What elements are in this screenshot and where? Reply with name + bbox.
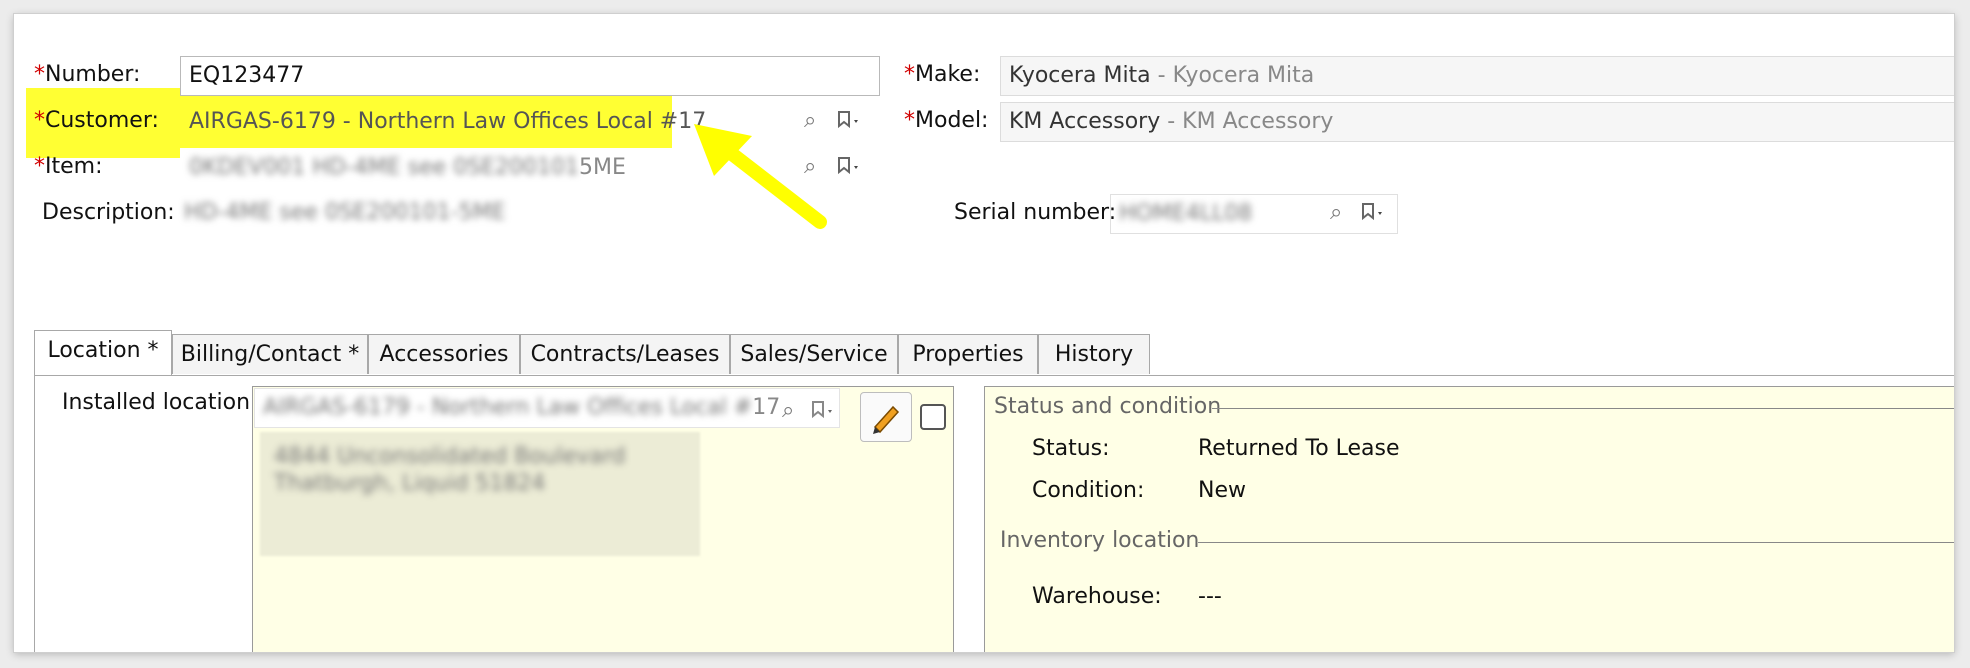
divider [1198,542,1954,543]
edit-location-button[interactable] [860,392,912,442]
bookmark-dropdown-icon[interactable] [836,156,862,178]
warehouse-value: --- [1198,584,1222,609]
tab-history[interactable]: History [1038,334,1150,374]
warehouse-label: Warehouse: [1032,584,1162,609]
installed-address: 4844 Unconsolidated Boulevard Thatburgh,… [260,432,700,556]
status-value: Returned To Lease [1198,436,1400,461]
inventory-location-title: Inventory location [1000,528,1200,553]
bookmark-dropdown-icon[interactable] [836,110,862,132]
equipment-window: *Number: EQ123477 *Customer: AIRGAS-6179… [14,14,1954,652]
tab-contracts-leases[interactable]: Contracts/Leases [520,334,730,374]
serial-number-field[interactable]: HOME4LL08 [1110,194,1398,234]
description-value: HD-4ME see 0SE200101-5ME [184,200,506,225]
status-panel [984,386,1954,652]
customer-label: *Customer: [34,108,159,133]
location-checkbox[interactable] [920,404,946,430]
make-field[interactable]: Kyocera Mita - Kyocera Mita [1000,56,1954,96]
item-desc-tail: 5ME [578,155,626,180]
description-label: Description: [42,200,175,225]
model-field[interactable]: KM Accessory - KM Accessory [1000,102,1954,142]
item-label: *Item: [34,154,103,179]
required-marker: * [34,108,45,133]
address-line-2: Thatburgh, Liquid 51824 [274,471,546,496]
required-marker: * [34,62,45,87]
address-line-1: 4844 Unconsolidated Boulevard [274,444,626,469]
condition-label: Condition: [1032,478,1145,503]
status-label: Status: [1032,436,1110,461]
required-marker: * [34,154,45,179]
tab-location[interactable]: Location * [34,330,172,376]
divider [1212,408,1954,409]
number-input[interactable]: EQ123477 [180,56,880,96]
bookmark-dropdown-icon[interactable] [810,400,836,422]
tab-billing-contact[interactable]: Billing/Contact * [172,334,368,374]
installed-location-label: Installed location: [62,390,258,415]
tab-accessories[interactable]: Accessories [368,334,520,374]
pencil-icon [873,405,900,434]
required-marker: * [904,62,915,87]
item-code: 0KDEV001 [189,155,306,180]
search-icon[interactable]: ⌕ [1330,202,1342,224]
item-desc: HD-4ME see 0SE200101 [312,155,579,180]
tab-sales-service[interactable]: Sales/Service [730,334,898,374]
annotation-arrow [694,124,827,229]
model-label: *Model: [904,108,989,133]
installed-location-field[interactable]: AIRGAS-6179 - Northern Law Offices Local… [254,388,840,428]
tab-properties[interactable]: Properties [898,334,1038,374]
serial-number-label: Serial number: [954,200,1117,225]
status-condition-title: Status and condition [994,394,1222,419]
condition-value: New [1198,478,1246,503]
make-label: *Make: [904,62,981,87]
required-marker: * [904,108,915,133]
bookmark-dropdown-icon[interactable] [1360,202,1386,224]
number-label: *Number: [34,62,141,87]
search-icon[interactable]: ⌕ [782,400,794,422]
